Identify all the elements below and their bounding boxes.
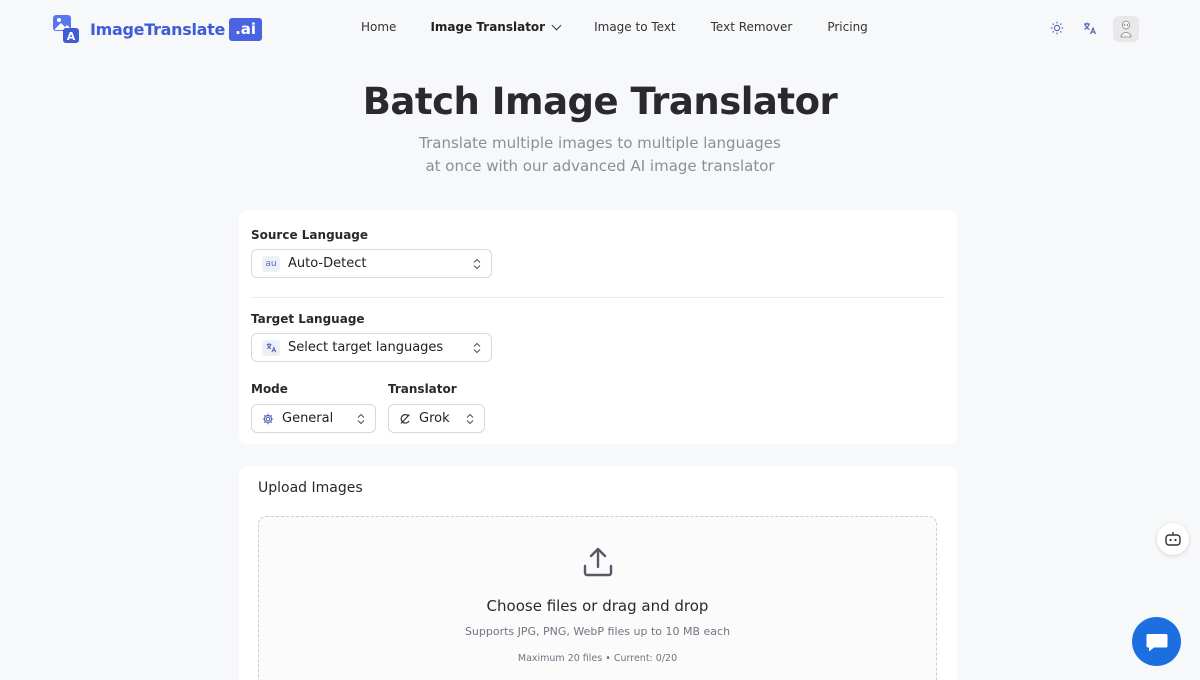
top-header: A ImageTranslate .ai Home Image Translat… xyxy=(0,0,1200,58)
translate-icon xyxy=(262,339,280,356)
mode-value: General xyxy=(282,411,334,426)
upload-icon xyxy=(583,547,613,577)
main-nav: Home Image Translator Image to Text Text… xyxy=(361,20,868,34)
updown-chevron-icon xyxy=(466,413,474,425)
auto-detect-icon: au xyxy=(262,255,280,272)
settings-card: Source Language au Auto-Detect Target La… xyxy=(239,210,957,444)
logo-text: ImageTranslate xyxy=(90,19,226,39)
page-title: Batch Image Translator xyxy=(362,80,838,123)
robot-icon xyxy=(1165,532,1181,546)
translator-value: Grok xyxy=(419,411,450,426)
page-subtitle-line2: at once with our advanced AI image trans… xyxy=(425,157,775,175)
page-subtitle-line1: Translate multiple images to multiple la… xyxy=(419,134,781,152)
source-language-label: Source Language xyxy=(251,228,369,242)
upload-title: Upload Images xyxy=(258,480,363,496)
nav-image-to-text[interactable]: Image to Text xyxy=(594,20,676,34)
upload-card: Upload Images Choose files or drag and d… xyxy=(239,466,957,680)
ai-assistant-button[interactable] xyxy=(1157,523,1189,555)
translator-label: Translator xyxy=(388,382,457,396)
chat-support-button[interactable] xyxy=(1132,617,1181,666)
upload-dropzone[interactable]: Choose files or drag and drop Supports J… xyxy=(258,516,937,680)
mode-label: Mode xyxy=(251,382,288,396)
translate-icon[interactable] xyxy=(1082,20,1098,36)
divider xyxy=(251,297,945,298)
source-language-value: Auto-Detect xyxy=(288,256,367,271)
logo-icon: A xyxy=(52,14,80,44)
dropzone-main-text: Choose files or drag and drop xyxy=(486,597,709,615)
mode-select[interactable]: General xyxy=(251,404,376,433)
updown-chevron-icon xyxy=(357,413,365,425)
target-language-select[interactable]: Select target languages xyxy=(251,333,492,362)
target-language-value: Select target languages xyxy=(288,340,444,355)
grok-logo-icon xyxy=(399,413,411,425)
page-subtitle: Translate multiple images to multiple la… xyxy=(0,132,1200,178)
sun-icon[interactable] xyxy=(1049,20,1065,36)
nav-image-translator-label: Image Translator xyxy=(430,20,546,34)
nav-home[interactable]: Home xyxy=(361,20,396,34)
logo-badge: .ai xyxy=(229,17,263,41)
translator-select[interactable]: Grok xyxy=(388,404,485,433)
updown-chevron-icon xyxy=(473,258,481,270)
nav-image-translator[interactable]: Image Translator xyxy=(430,20,562,34)
updown-chevron-icon xyxy=(473,342,481,354)
target-language-label: Target Language xyxy=(251,312,365,326)
gear-icon xyxy=(262,413,274,425)
chat-bubble-icon xyxy=(1146,633,1167,651)
svg-text:A: A xyxy=(67,30,76,43)
chevron-down-icon xyxy=(551,20,562,30)
nav-text-remover[interactable]: Text Remover xyxy=(711,20,793,34)
source-language-select[interactable]: au Auto-Detect xyxy=(251,249,492,278)
dropzone-limit-text: Maximum 20 files • Current: 0/20 xyxy=(517,653,678,664)
dropzone-sub-text: Supports JPG, PNG, WebP files up to 10 M… xyxy=(464,625,731,638)
logo[interactable]: A ImageTranslate .ai xyxy=(52,14,263,44)
nav-pricing[interactable]: Pricing xyxy=(827,20,867,34)
avatar[interactable] xyxy=(1113,16,1139,42)
